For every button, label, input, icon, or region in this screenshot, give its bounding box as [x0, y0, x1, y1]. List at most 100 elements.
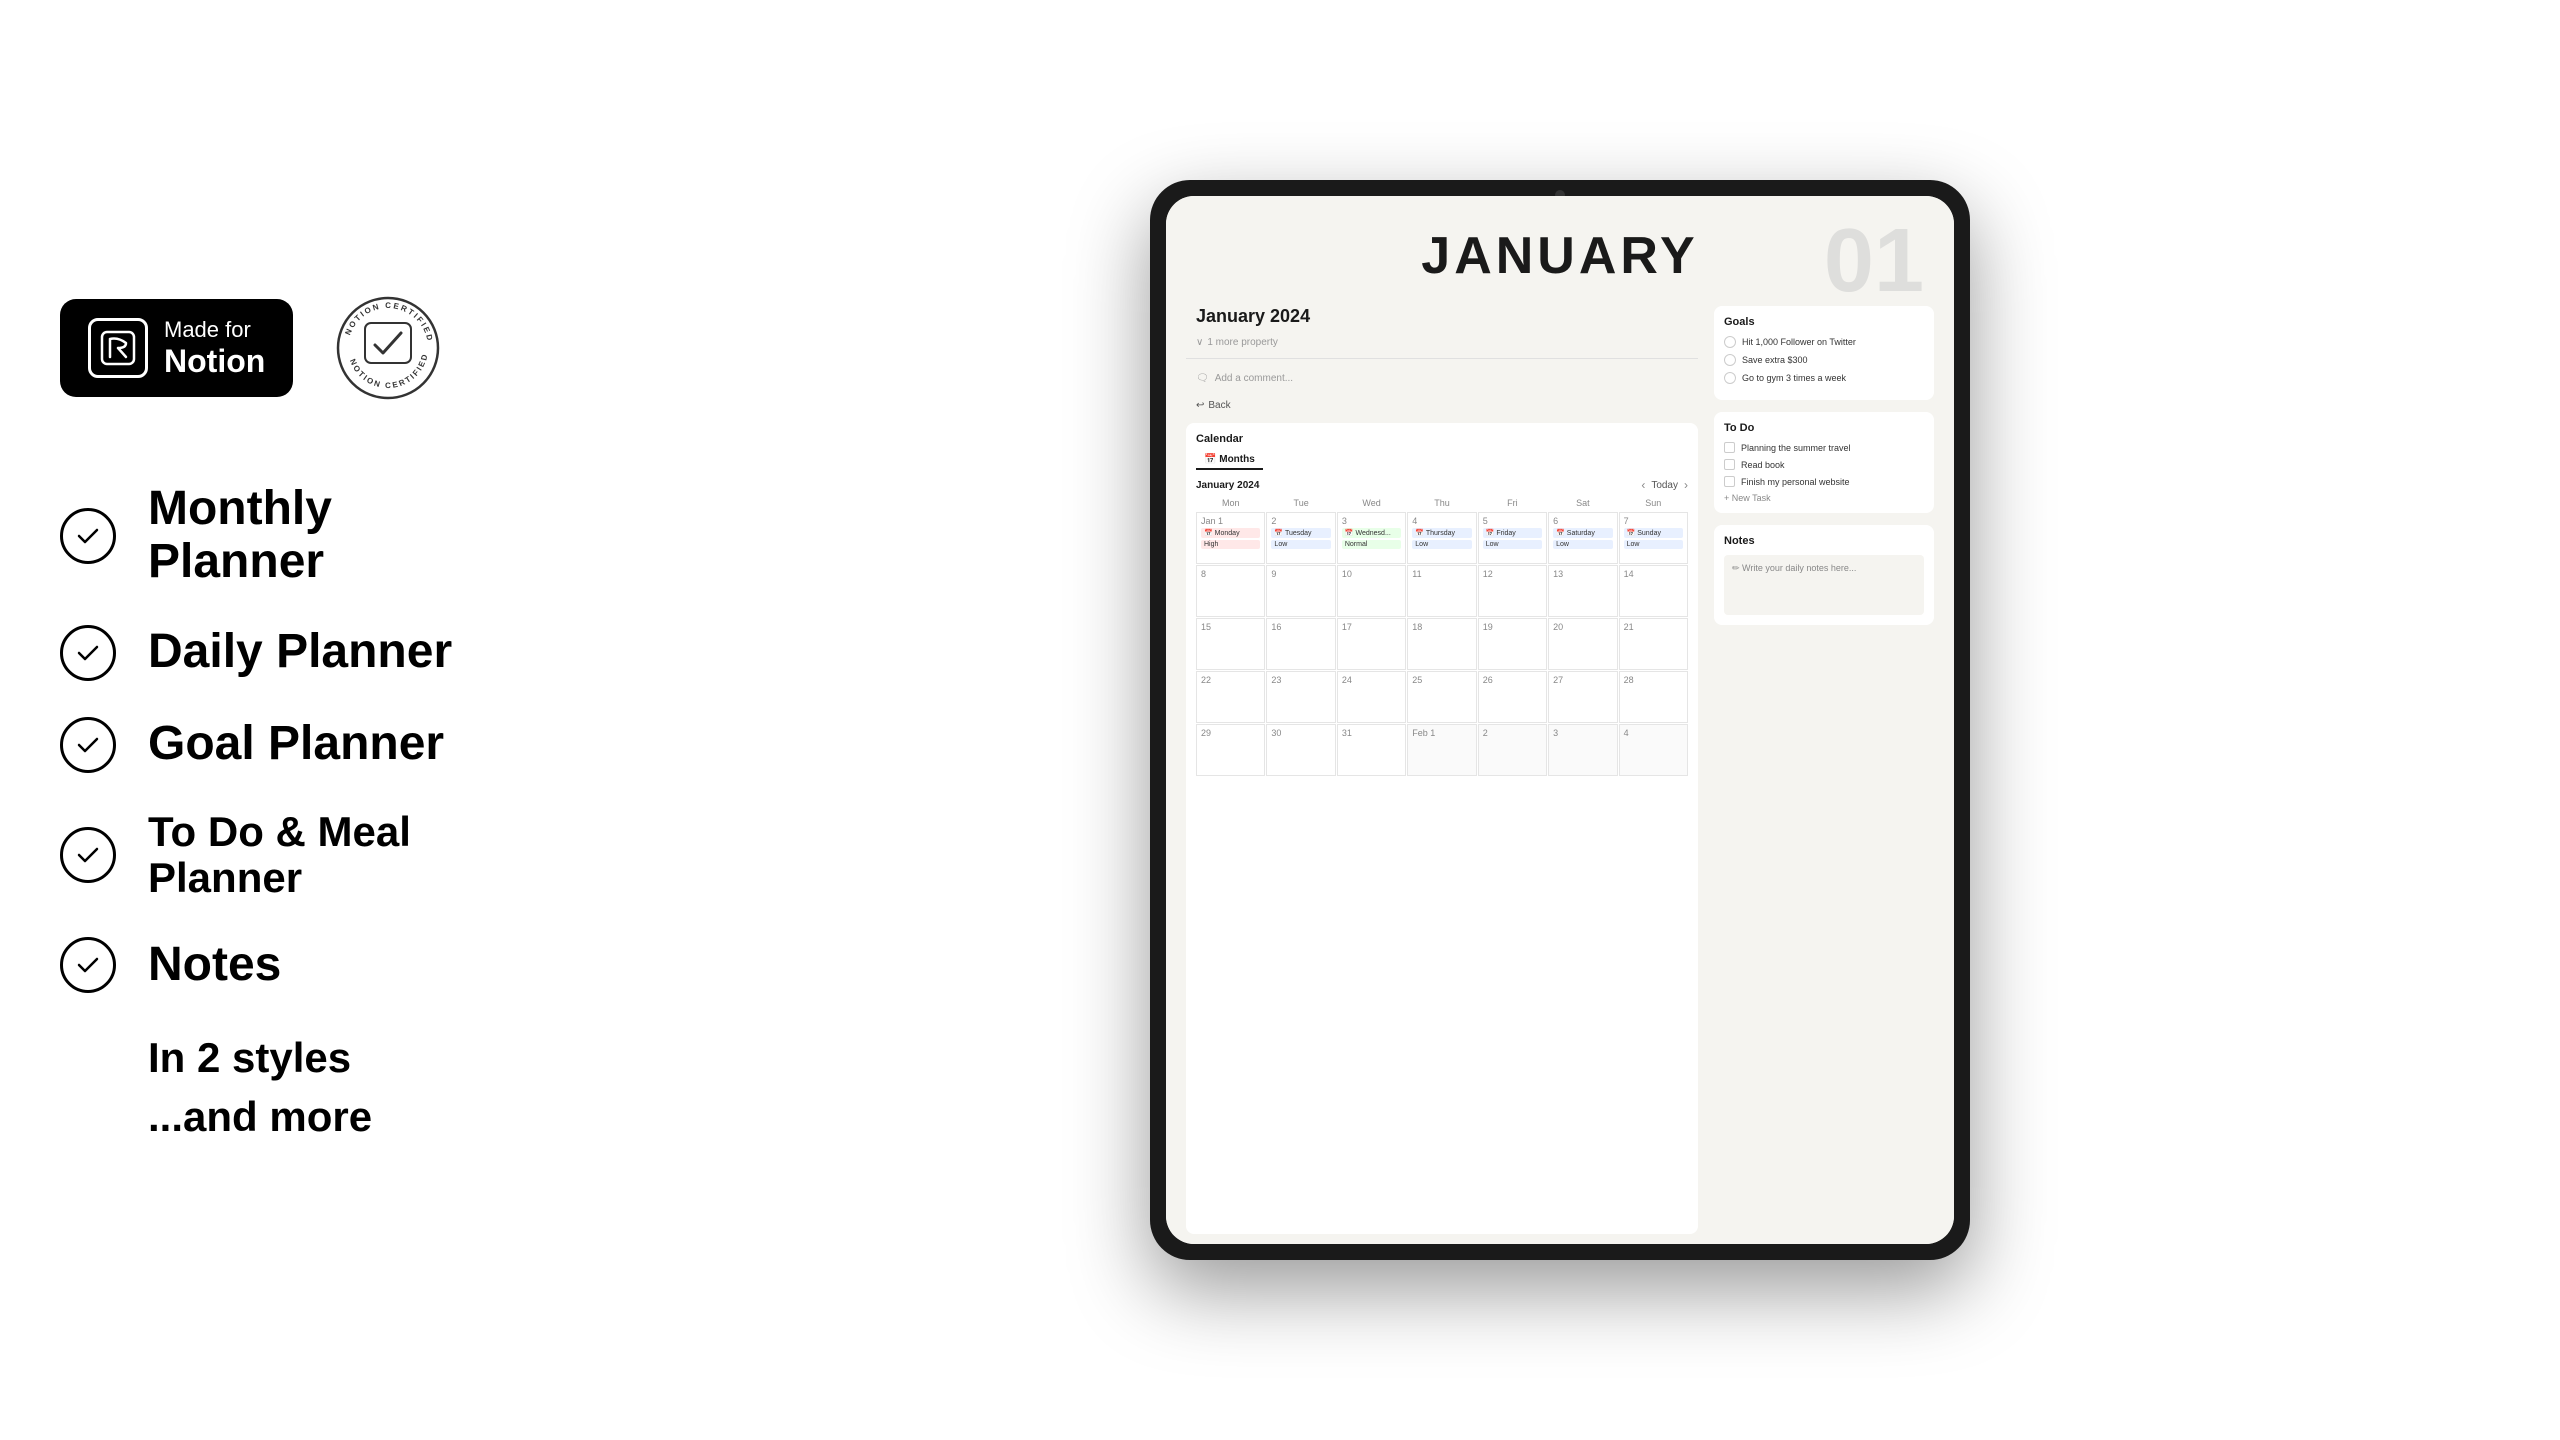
cal-cell[interactable]: 21 [1619, 618, 1688, 670]
feature-list: Monthly Planner Daily Planner Goal Plann… [60, 483, 500, 993]
cal-prev-arrow[interactable]: ‹ [1641, 478, 1645, 492]
cal-cell[interactable]: 22 [1196, 671, 1265, 723]
cal-cell-date: 16 [1271, 622, 1330, 632]
extra-items: In 2 styles ...and more [60, 1029, 500, 1147]
cal-cell[interactable]: 15 [1196, 618, 1265, 670]
cal-cell[interactable]: 11 [1407, 565, 1476, 617]
cal-cell[interactable]: 8 [1196, 565, 1265, 617]
todo-text: Planning the summer travel [1741, 443, 1851, 453]
notion-page: JANUARY 01 January 2024 ∨ 1 more propert… [1166, 196, 1954, 1244]
feature-goal-planner: Goal Planner [60, 717, 500, 773]
check-icon-daily [60, 625, 116, 681]
goal-circle[interactable] [1724, 354, 1736, 366]
cal-next-arrow[interactable]: › [1684, 478, 1688, 492]
cal-cell[interactable]: 27 [1548, 671, 1617, 723]
todo-checkbox[interactable] [1724, 442, 1735, 453]
cal-cell[interactable]: 25 [1407, 671, 1476, 723]
cal-cell[interactable]: Jan 1📅 MondayHigh [1196, 512, 1265, 564]
feature-label-todo: To Do & Meal Planner [148, 809, 500, 901]
cal-cell-date: 4 [1624, 728, 1683, 738]
cal-cell-date: 28 [1624, 675, 1683, 685]
cal-cell-date: 25 [1412, 675, 1471, 685]
goal-circle[interactable] [1724, 372, 1736, 384]
todo-item-1: Read book [1724, 459, 1924, 470]
cal-event: 📅 Monday [1201, 528, 1260, 538]
cal-cell[interactable]: 16 [1266, 618, 1335, 670]
cal-cell[interactable]: 9 [1266, 565, 1335, 617]
tablet-device: JANUARY 01 January 2024 ∨ 1 more propert… [1150, 180, 1970, 1260]
cal-cell[interactable]: 19 [1478, 618, 1547, 670]
cal-cell[interactable]: 6📅 SaturdayLow [1548, 512, 1617, 564]
cal-cell[interactable]: 26 [1478, 671, 1547, 723]
cal-cell-date: 26 [1483, 675, 1542, 685]
back-button[interactable]: ↩ Back [1186, 396, 1698, 415]
todo-list: Planning the summer travel Read book Fin… [1724, 442, 1924, 487]
cal-cell[interactable]: 31 [1337, 724, 1406, 776]
cal-cell[interactable]: 10 [1337, 565, 1406, 617]
cal-cell[interactable]: 12 [1478, 565, 1547, 617]
cal-days-header: Mon Tue Wed Thu Fri Sat Sun [1196, 496, 1688, 510]
divider [1186, 358, 1698, 359]
tab-months[interactable]: 📅 Months [1196, 451, 1263, 470]
day-name-tue: Tue [1266, 496, 1335, 510]
cal-cell[interactable]: 5📅 FridayLow [1478, 512, 1547, 564]
cal-week-2: 89 10 111213 14 [1196, 565, 1688, 617]
left-content: January 2024 ∨ 1 more property 🗨 Add a c… [1186, 306, 1698, 1234]
cal-event-badge: Low [1412, 540, 1471, 549]
todo-checkbox[interactable] [1724, 476, 1735, 487]
notion-badge-text: Made for Notion [164, 317, 265, 379]
notes-area[interactable]: ✏ Write your daily notes here... [1724, 555, 1924, 615]
page-meta[interactable]: ∨ 1 more property [1186, 337, 1698, 348]
day-name-sun: Sun [1619, 496, 1688, 510]
cal-cell[interactable]: 2 [1478, 724, 1547, 776]
page-subtitle: January 2024 [1186, 306, 1698, 327]
cal-cell-date: 17 [1342, 622, 1401, 632]
cal-cell[interactable]: 24 [1337, 671, 1406, 723]
cal-cell[interactable]: 23 [1266, 671, 1335, 723]
cal-cell-date: 29 [1201, 728, 1260, 738]
cal-cell[interactable]: 20 [1548, 618, 1617, 670]
cal-cell[interactable]: 18 [1407, 618, 1476, 670]
cal-cell[interactable]: 29 [1196, 724, 1265, 776]
cal-cell[interactable]: 28 [1619, 671, 1688, 723]
goal-text: Go to gym 3 times a week [1742, 373, 1846, 383]
cal-month-header: January 2024 ‹ Today › [1196, 478, 1688, 492]
page-number-watermark: 01 [1824, 216, 1924, 306]
cal-cell[interactable]: 30 [1266, 724, 1335, 776]
right-panel: JANUARY 01 January 2024 ∨ 1 more propert… [560, 0, 2560, 1440]
cal-cell-date: 21 [1624, 622, 1683, 632]
feature-todo-meal-planner: To Do & Meal Planner [60, 809, 500, 901]
cal-cell[interactable]: 2📅 TuesdayLow [1266, 512, 1335, 564]
cal-cell[interactable]: 7📅 SundayLow [1619, 512, 1688, 564]
cal-week-1: Jan 1📅 MondayHigh2📅 TuesdayLow3📅 Wednesd… [1196, 512, 1688, 564]
cal-cell[interactable]: 4 [1619, 724, 1688, 776]
cal-cell[interactable]: 3 [1548, 724, 1617, 776]
cal-event-badge: Normal [1342, 540, 1401, 549]
goal-circle[interactable] [1724, 336, 1736, 348]
cal-cell-date: 14 [1624, 569, 1683, 579]
feature-label-notes: Notes [148, 939, 281, 992]
cal-cell-date: Jan 1 [1201, 516, 1260, 526]
today-button[interactable]: Today [1651, 480, 1678, 491]
cal-cell[interactable]: 4📅 ThursdayLow [1407, 512, 1476, 564]
notes-title: Notes [1724, 535, 1924, 547]
feature-label-monthly: Monthly Planner [148, 483, 500, 589]
new-task-button[interactable]: + New Task [1724, 493, 1924, 503]
cal-cell-date: 31 [1342, 728, 1401, 738]
cal-cell-date: 10 [1342, 569, 1401, 579]
cal-cell[interactable]: Feb 1 [1407, 724, 1476, 776]
badges-row: Made for Notion NOTION CERTIFIED NOTION … [60, 293, 500, 403]
svg-text:NOTION CERTIFIED: NOTION CERTIFIED [348, 352, 430, 390]
cal-cell[interactable]: 14 [1619, 565, 1688, 617]
cal-cell[interactable]: 3📅 Wednesd...Normal [1337, 512, 1406, 564]
cal-cell[interactable]: 17 [1337, 618, 1406, 670]
cal-cell-date: 6 [1553, 516, 1612, 526]
todo-title: To Do [1724, 422, 1924, 434]
cal-cell[interactable]: 13 [1548, 565, 1617, 617]
day-name-mon: Mon [1196, 496, 1265, 510]
notion-logo-icon [88, 318, 148, 378]
todo-checkbox[interactable] [1724, 459, 1735, 470]
cal-event: 📅 Wednesd... [1342, 528, 1401, 538]
comment-row[interactable]: 🗨 Add a comment... [1186, 369, 1698, 388]
todo-text: Finish my personal website [1741, 477, 1850, 487]
